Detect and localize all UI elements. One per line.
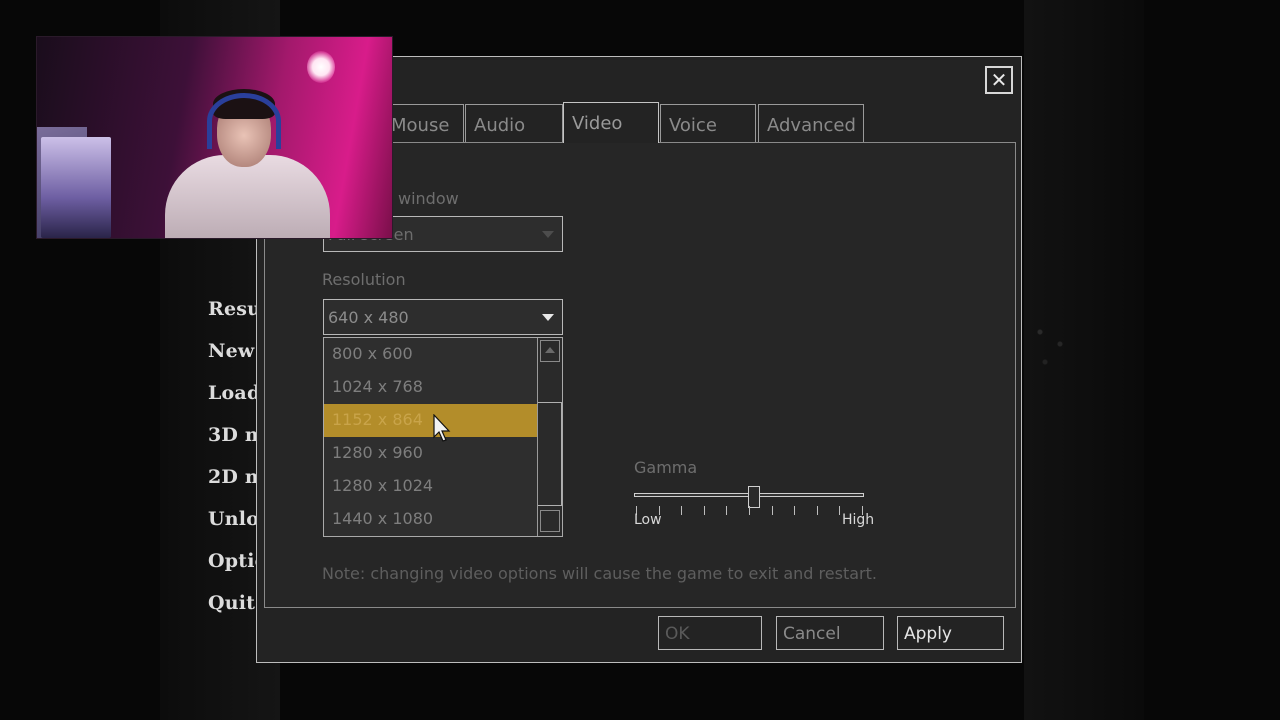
scrollbar-thumb[interactable] <box>538 402 562 506</box>
gamma-tick <box>681 506 683 515</box>
gamma-label: Gamma <box>634 458 698 477</box>
webcam-overlay <box>36 36 393 239</box>
apply-button[interactable]: Apply <box>897 616 1004 650</box>
gamma-tick <box>749 506 750 515</box>
gamma-low-label: Low <box>634 512 662 528</box>
chevron-down-icon <box>542 231 554 238</box>
background-city-lights <box>1030 320 1080 380</box>
resolution-option[interactable]: 1280 x 960 <box>324 437 537 470</box>
restart-note: Note: changing video options will cause … <box>322 564 877 583</box>
chevron-down-icon <box>542 314 554 321</box>
gamma-tick <box>794 506 796 515</box>
tab-voice[interactable]: Voice <box>660 104 756 142</box>
headset-icon <box>207 93 281 149</box>
resolution-option[interactable]: 1440 x 1080 <box>324 503 537 536</box>
resolution-option[interactable]: 800 x 600 <box>324 338 537 371</box>
gamma-tick <box>771 506 773 515</box>
window-mode-label: window <box>398 189 459 208</box>
resolution-option[interactable]: 1024 x 768 <box>324 371 537 404</box>
gamma-tick <box>703 506 705 515</box>
ok-button[interactable]: OK <box>658 616 762 650</box>
webcam-person-body <box>165 155 330 238</box>
gamma-slider-handle[interactable] <box>747 486 760 508</box>
gamma-high-label: High <box>842 512 875 528</box>
resolution-option-highlighted[interactable]: 1152 x 864 <box>324 404 537 437</box>
tab-advanced[interactable]: Advanced <box>758 104 864 142</box>
tab-mouse[interactable]: Mouse <box>382 104 464 142</box>
resolution-value: 640 x 480 <box>328 308 409 327</box>
webcam-lamp <box>307 51 335 83</box>
close-icon[interactable]: ✕ <box>985 66 1013 94</box>
mouse-pointer-icon <box>433 414 451 442</box>
gamma-tick <box>816 506 818 515</box>
resolution-label: Resolution <box>322 270 406 289</box>
gamma-tick <box>726 506 728 515</box>
tab-video[interactable]: Video <box>563 102 659 143</box>
cancel-button[interactable]: Cancel <box>776 616 884 650</box>
webcam-pc-case <box>41 137 111 238</box>
scroll-up-icon[interactable] <box>540 340 560 362</box>
scroll-down-icon[interactable] <box>540 510 560 532</box>
menu-quit[interactable]: Quit <box>208 592 255 614</box>
list-scrollbar[interactable] <box>537 338 562 536</box>
resolution-dropdown[interactable]: 640 x 480 <box>323 299 563 335</box>
gamma-tick <box>839 506 841 515</box>
tab-audio[interactable]: Audio <box>465 104 563 142</box>
resolution-option[interactable]: 1280 x 1024 <box>324 470 537 503</box>
